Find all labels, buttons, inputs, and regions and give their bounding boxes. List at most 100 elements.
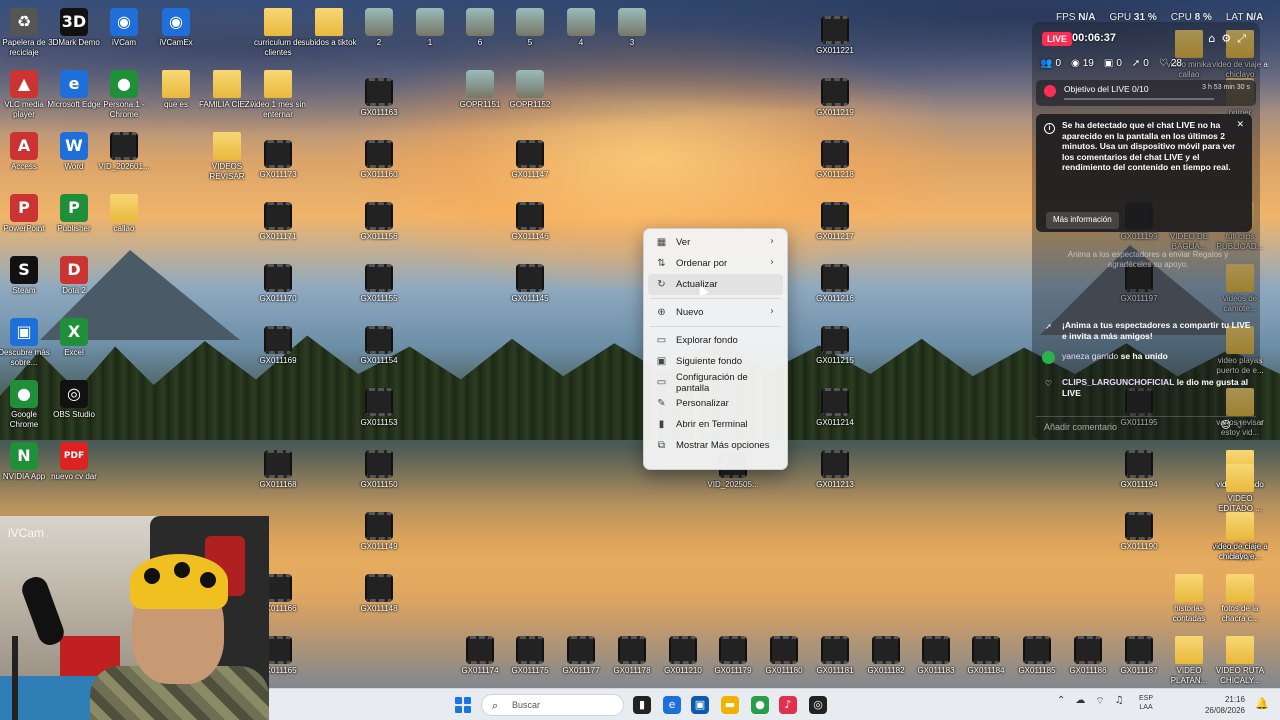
desktop-icon[interactable]: GX011145 — [502, 264, 558, 304]
desktop-icon[interactable]: GX011213 — [807, 450, 863, 490]
context-menu-item[interactable]: ✎ Personalizar — [648, 393, 783, 414]
desktop-icon[interactable]: W Word — [46, 132, 102, 172]
desktop-icon[interactable]: GX011221 — [807, 16, 863, 56]
desktop-icon[interactable]: 5 — [502, 8, 558, 48]
file-explorer-taskbar-icon[interactable]: ▬ — [721, 696, 739, 714]
desktop-icon[interactable]: GX011181 — [807, 636, 863, 676]
desktop-icon[interactable]: GX011163 — [351, 78, 407, 118]
desktop-icon[interactable]: ● Persona 1 - Chrome — [96, 70, 152, 120]
desktop-icon[interactable]: video de ciaje a chiclayo e... — [1212, 512, 1268, 562]
system-tray[interactable]: ⌃ ☁ ⌔ ♫ — [1057, 695, 1124, 708]
desktop-icon[interactable]: GX011179 — [705, 636, 761, 676]
desktop-icon[interactable]: GX011186 — [1060, 636, 1116, 676]
desktop-icon[interactable]: GX011215 — [807, 326, 863, 366]
desktop-icon[interactable]: e Microsoft Edge — [46, 70, 102, 110]
desktop-icon[interactable]: 4 — [553, 8, 609, 48]
context-menu-item[interactable]: ⊕ Nuevo › — [648, 302, 783, 323]
desktop-icon[interactable]: P Publisher — [46, 194, 102, 234]
desktop-icon[interactable]: ● Google Chrome — [0, 380, 52, 430]
taskbar-clock[interactable]: 21:16 26/08/2026 — [1199, 694, 1245, 716]
desktop-icon[interactable]: GX011173 — [250, 140, 306, 180]
desktop-icon[interactable]: GX011154 — [351, 326, 407, 366]
desktop-icon[interactable]: GX011147 — [502, 140, 558, 180]
desktop-icon[interactable]: PDF nuevo cv dar — [46, 442, 102, 482]
desktop-icon[interactable]: subidos a tiktok — [301, 8, 357, 48]
more-info-button[interactable]: Más información — [1046, 212, 1119, 229]
desktop-icon[interactable]: VID_202601... — [96, 132, 152, 172]
cloud-icon[interactable]: ☁ — [1075, 695, 1085, 708]
desktop-icon[interactable]: S Steam — [0, 256, 52, 296]
desktop-icon[interactable]: VIDEO EDITADO ... — [1212, 464, 1268, 514]
context-menu-item[interactable]: ↻ Actualizar — [648, 274, 783, 295]
chrome-taskbar-icon[interactable]: ● — [751, 696, 769, 714]
start-button[interactable] — [455, 697, 471, 713]
desktop-icon[interactable]: GX011177 — [553, 636, 609, 676]
desktop-icon[interactable]: GX011187 — [1111, 636, 1167, 676]
taskbar-search[interactable]: ⌕ Buscar — [481, 694, 624, 716]
desktop-icon[interactable]: GX011170 — [250, 264, 306, 304]
desktop-icon[interactable]: video 1 mes sin enternar — [250, 70, 306, 120]
close-icon[interactable]: ✕ — [1236, 120, 1244, 131]
desktop-icon[interactable]: GX011153 — [351, 388, 407, 428]
desktop-icon[interactable]: ▲ VLC media player — [0, 70, 52, 120]
desktop-icon[interactable]: 2 — [351, 8, 407, 48]
desktop-icon[interactable]: GX011183 — [908, 636, 964, 676]
desktop-icon[interactable]: curriculum de clientes — [250, 8, 306, 58]
edge-taskbar-icon[interactable]: e — [663, 696, 681, 714]
desktop-icon[interactable]: A Access — [0, 132, 52, 172]
desktop-icon[interactable]: ◎ OBS Studio — [46, 380, 102, 420]
desktop-icon[interactable]: P PowerPoint — [0, 194, 52, 234]
desktop-icon[interactable]: GX011190 — [1111, 512, 1167, 552]
context-menu-item[interactable]: ▦ Ver › — [648, 232, 783, 253]
desktop-icon[interactable]: GX011178 — [604, 636, 660, 676]
desktop-icon[interactable]: GX011218 — [807, 140, 863, 180]
input-language[interactable]: ESP LAA — [1139, 694, 1153, 712]
context-menu-item[interactable]: ▭ Explorar fondo — [648, 330, 783, 351]
desktop-icon[interactable]: ♻ Papelera de reciclaje — [0, 8, 52, 58]
desktop-icon[interactable]: 1 — [402, 8, 458, 48]
chevron-up-icon[interactable]: ⌃ — [1057, 695, 1065, 708]
desktop-icon[interactable]: GX011182 — [858, 636, 914, 676]
desktop-icon[interactable]: 3D 3DMark Demo — [46, 8, 102, 48]
desktop-icon[interactable]: ▣ Descubre más sobre... — [0, 318, 52, 368]
microphone-icon[interactable]: ♫ — [1115, 695, 1124, 708]
desktop-icon[interactable]: VIDEO RUTA CHICALY... — [1212, 636, 1268, 686]
tiktok-taskbar-icon[interactable]: ♪ — [779, 696, 797, 714]
desktop-icon[interactable]: que es — [148, 70, 204, 110]
desktop-icon[interactable]: GX011194 — [1111, 450, 1167, 490]
desktop-icon[interactable]: GX011160 — [351, 140, 407, 180]
context-menu-item[interactable]: ⇅ Ordenar por › — [648, 253, 783, 274]
desktop-icon[interactable]: FAMILIA CIEZA — [199, 70, 255, 110]
live-goal[interactable]: Objetivo del LIVE 0/10 3 h 53 min 30 s — [1036, 80, 1256, 106]
desktop-icon[interactable]: GX011216 — [807, 264, 863, 304]
desktop-icon[interactable]: fotos de la chacra c... — [1212, 574, 1268, 624]
desktop-icon[interactable]: GX011184 — [958, 636, 1014, 676]
desktop-icon[interactable]: 6 — [452, 8, 508, 48]
desktop-icon[interactable]: VIDEOS REVISAR — [199, 132, 255, 182]
desktop-icon[interactable]: GX011175 — [502, 636, 558, 676]
desktop-icon[interactable]: GX011180 — [756, 636, 812, 676]
context-menu-item[interactable]: ⧉ Mostrar Más opciones — [648, 435, 783, 456]
desktop-icon[interactable]: GX011149 — [351, 512, 407, 552]
desktop-icon[interactable]: GX011155 — [351, 264, 407, 304]
obs-taskbar-icon[interactable]: ◎ — [809, 696, 827, 714]
desktop-icon[interactable]: GX011168 — [250, 450, 306, 490]
desktop-icon[interactable]: 3 — [604, 8, 660, 48]
desktop-icon[interactable]: GX011210 — [655, 636, 711, 676]
desktop-icon[interactable]: historias contadas — [1161, 574, 1217, 624]
wifi-icon[interactable]: ⌔ — [1095, 695, 1104, 708]
desktop-icon[interactable]: GX011169 — [250, 326, 306, 366]
desktop-icon[interactable]: GX011156 — [351, 202, 407, 242]
desktop-icon[interactable]: GOPR1151 — [452, 70, 508, 110]
context-menu-item[interactable]: ▮ Abrir en Terminal — [648, 414, 783, 435]
context-menu-item[interactable]: ▣ Siguiente fondo — [648, 351, 783, 372]
context-menu-item[interactable]: ▭ Configuración de pantalla — [648, 372, 783, 394]
store-taskbar-icon[interactable]: ▣ — [691, 696, 709, 714]
desktop-icon[interactable]: GX011148 — [351, 574, 407, 614]
desktop-icon[interactable]: D Dota 2 — [46, 256, 102, 296]
desktop-icon[interactable]: GX011174 — [452, 636, 508, 676]
desktop-icon[interactable]: GX011214 — [807, 388, 863, 428]
task-view-icon[interactable]: ▮ — [633, 696, 651, 714]
live-panel-controls[interactable]: ⌂⚙⤢ — [1208, 32, 1252, 46]
desktop-icon[interactable]: VIDEO PLATAN... — [1161, 636, 1217, 686]
